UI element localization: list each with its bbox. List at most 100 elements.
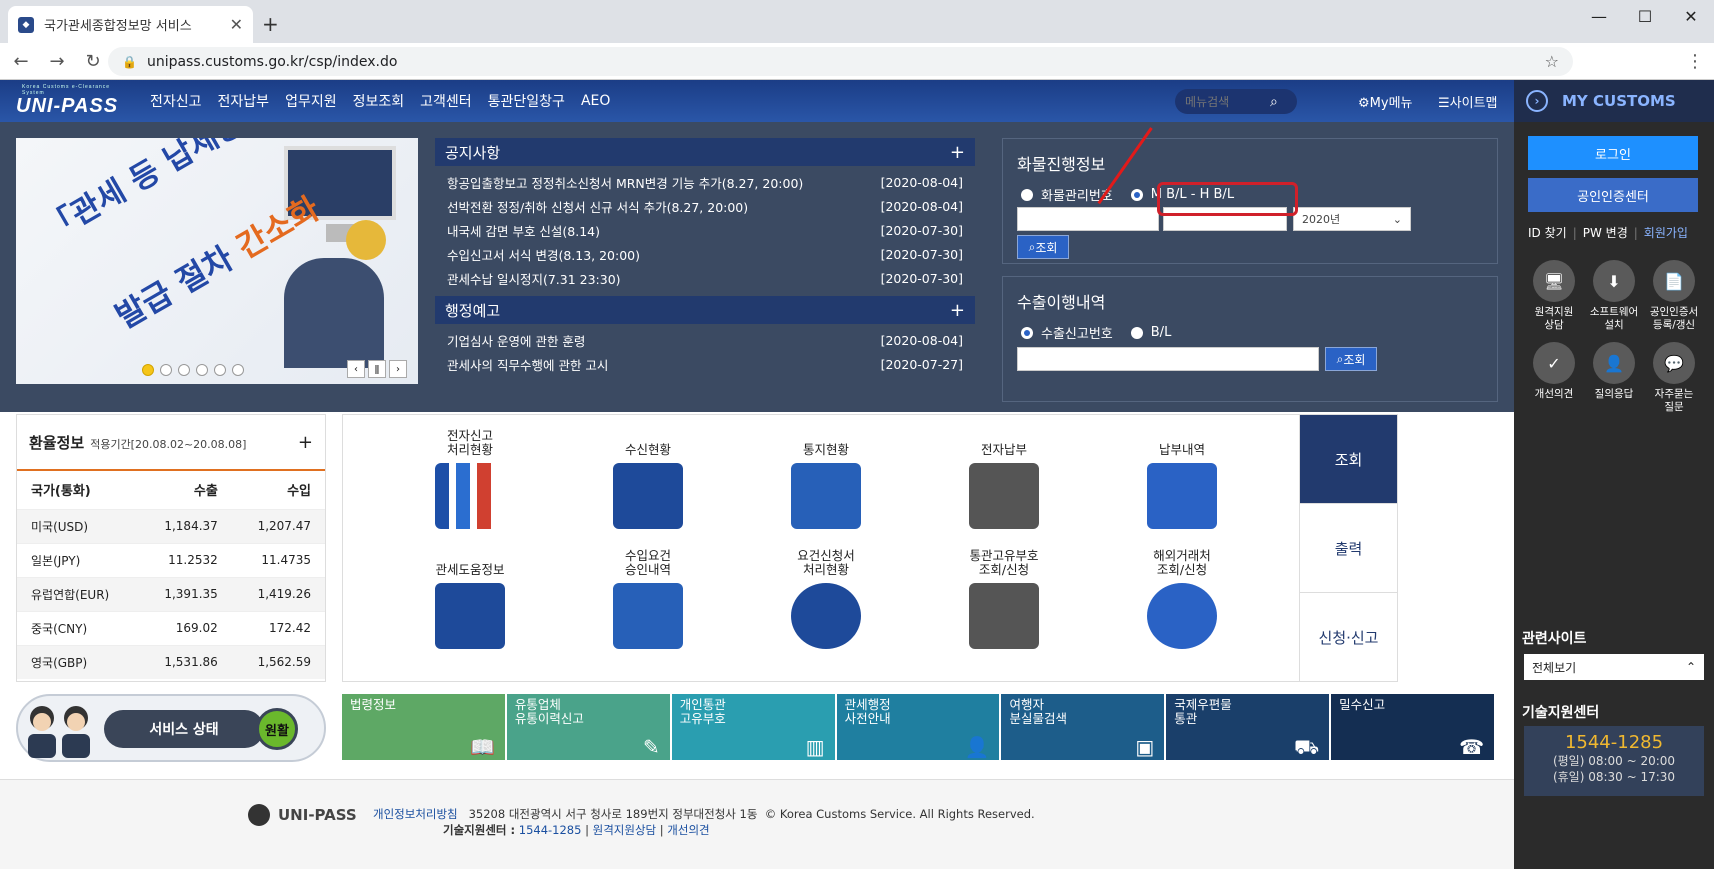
link-lost-property[interactable]: 여행자 분실물검색 ▣ <box>1001 694 1165 760</box>
admin-notice-text[interactable]: 기업심사 운영에 관한 훈령 <box>447 331 585 350</box>
svc-receive-status[interactable]: 수신현황 <box>583 423 713 529</box>
notice-more-icon[interactable]: + <box>950 142 965 163</box>
link-legal-info[interactable]: 법령정보 📖 <box>342 694 505 760</box>
gnb-item-customer-center[interactable]: 고객센터 <box>420 91 472 111</box>
related-sites-select[interactable]: 전체보기 ⌃ <box>1524 654 1704 680</box>
link-intl-mail[interactable]: 국제우편물 통관 ⛟ <box>1166 694 1330 760</box>
new-tab-button[interactable]: + <box>262 12 279 36</box>
banner-dot[interactable] <box>214 364 226 376</box>
notice-text[interactable]: 관세수납 일시정지(7.31 23:30) <box>447 269 621 288</box>
software-install-item[interactable]: ⬇ 소프트웨어 설치 <box>1584 260 1644 332</box>
export-radio-decl-no[interactable] <box>1021 326 1033 339</box>
cert-center-button[interactable]: 공인인증센터 <box>1528 178 1698 212</box>
back-icon[interactable]: ← <box>6 51 36 72</box>
link-admin-guidance[interactable]: 관세행정 사전안내 👤 <box>836 694 1000 760</box>
svc-customs-code[interactable]: 통관고유부호 조회/신청 <box>939 543 1069 649</box>
browser-menu-icon[interactable]: ⋮ <box>1686 51 1704 72</box>
export-no-input[interactable] <box>1017 347 1319 371</box>
gnb-item-e-payment[interactable]: 전자납부 <box>218 91 270 111</box>
bookmark-star-icon[interactable]: ☆ <box>1545 52 1559 71</box>
id-find-link[interactable]: ID 찾기 <box>1528 226 1567 240</box>
tab-application[interactable]: 신청·신고 <box>1299 593 1397 682</box>
rate-more-icon[interactable]: + <box>298 432 313 453</box>
notice-item[interactable]: 관세수납 일시정지(7.31 23:30) [2020-07-30] <box>435 266 975 290</box>
prev-icon[interactable]: ‹ <box>347 360 365 378</box>
faq-item[interactable]: 💬 자주묻는 질문 <box>1644 342 1704 414</box>
join-link[interactable]: 회원가입 <box>1644 226 1688 240</box>
notice-item[interactable]: 항공입출항보고 정정취소신청서 MRN변경 기능 추가(8.27, 20:00)… <box>435 170 975 194</box>
banner-dot[interactable] <box>178 364 190 376</box>
cargo-radio-mgmt-no[interactable] <box>1021 188 1033 201</box>
close-tab-icon[interactable]: ✕ <box>230 15 243 34</box>
login-button[interactable]: 로그인 <box>1528 136 1698 170</box>
notice-text[interactable]: 내국세 감면 부호 신설(8.14) <box>447 221 600 240</box>
svc-customs-help[interactable]: 관세도움정보 <box>405 543 535 649</box>
forward-icon[interactable]: → <box>42 51 72 72</box>
svc-requirement-application[interactable]: 요건신청서 처리현황 <box>761 543 891 649</box>
close-window-button[interactable]: ✕ <box>1668 0 1714 32</box>
admin-notice-item[interactable]: 기업심사 운영에 관한 훈령 [2020-08-04] <box>435 328 975 352</box>
export-search-button[interactable]: ⌕ 조회 <box>1325 347 1377 371</box>
maximize-button[interactable]: ☐ <box>1622 0 1668 32</box>
notice-item[interactable]: 수입신고서 서식 변경(8.13, 20:00) [2020-07-30] <box>435 242 975 266</box>
lock-icon[interactable]: 🔒 <box>122 55 137 69</box>
svc-import-requirement[interactable]: 수입요건 승인내역 <box>583 543 713 649</box>
tab-print[interactable]: 출력 <box>1299 504 1397 593</box>
svc-notice-status[interactable]: 통지현황 <box>761 423 891 529</box>
svc-payment-history[interactable]: 납부내역 <box>1117 423 1247 529</box>
link-distribution-report[interactable]: 유통업체 유통이력신고 ✎ <box>506 694 670 760</box>
banner-dot[interactable] <box>232 364 244 376</box>
url-text[interactable]: unipass.customs.go.kr/csp/index.do <box>147 54 1545 70</box>
privacy-link[interactable]: 개인정보처리방침 <box>373 807 458 821</box>
menu-search-input[interactable] <box>1185 94 1270 109</box>
gnb-item-inquiry[interactable]: 정보조회 <box>353 91 405 111</box>
svc-e-payment[interactable]: 전자납부 <box>939 423 1069 529</box>
link-personal-customs-code[interactable]: 개인통관 고유부호 ▥ <box>671 694 835 760</box>
year-select[interactable]: 2020년 ⌄ <box>1293 207 1411 231</box>
next-icon[interactable]: › <box>389 360 407 378</box>
banner-dot[interactable] <box>196 364 208 376</box>
mbl-input[interactable] <box>1017 207 1159 231</box>
gnb-item-support[interactable]: 업무지원 <box>285 91 337 111</box>
notice-item[interactable]: 선박전환 정정/취하 신청서 신규 서식 추가(8.27, 20:00) [202… <box>435 194 975 218</box>
gnb-item-single-window[interactable]: 통관단일창구 <box>488 91 565 111</box>
admin-notice-more-icon[interactable]: + <box>950 300 965 321</box>
address-bar[interactable]: 🔒 unipass.customs.go.kr/csp/index.do ☆ <box>108 47 1573 76</box>
footer-feedback-link[interactable]: 개선의견 <box>667 823 709 837</box>
qna-item[interactable]: 👤 질의응답 <box>1584 342 1644 414</box>
footer-remote-link[interactable]: 원격지원상담 <box>593 823 656 837</box>
cargo-radio-bl[interactable] <box>1130 188 1143 201</box>
admin-notice-text[interactable]: 관세사의 직무수행에 관한 고시 <box>447 355 608 374</box>
cert-register-item[interactable]: 📄 공인인증서 등록/갱신 <box>1644 260 1704 332</box>
my-menu-button[interactable]: ⚙My메뉴 <box>1358 92 1413 111</box>
notice-item[interactable]: 내국세 감면 부호 신설(8.14) [2020-07-30] <box>435 218 975 242</box>
minimize-button[interactable]: — <box>1576 0 1622 32</box>
footer-tech-phone[interactable]: 1544-1285 <box>519 823 582 837</box>
remote-support-item[interactable]: 🖥 원격지원 상담 <box>1524 260 1584 332</box>
link-smuggling-report[interactable]: 밀수신고 ☎ <box>1331 694 1495 760</box>
feedback-item[interactable]: ✓ 개선의견 <box>1524 342 1584 414</box>
pw-change-link[interactable]: PW 변경 <box>1583 226 1628 240</box>
banner-dot[interactable] <box>160 364 172 376</box>
sitemap-button[interactable]: ☰사이트맵 <box>1438 92 1498 111</box>
notice-text[interactable]: 선박전환 정정/취하 신청서 신규 서식 추가(8.27, 20:00) <box>447 197 748 216</box>
svc-e-declaration-status[interactable]: 전자신고 처리현황 <box>405 423 535 529</box>
cargo-search-button[interactable]: ⌕ 조회 <box>1017 235 1069 259</box>
search-icon[interactable]: ⌕ <box>1270 94 1278 110</box>
svc-overseas-partner[interactable]: 해외거래처 조회/신청 <box>1117 543 1247 649</box>
export-radio-bl[interactable] <box>1130 326 1143 339</box>
tab-inquiry[interactable]: 조회 <box>1299 415 1397 504</box>
notice-text[interactable]: 항공입출항보고 정정취소신청서 MRN변경 기능 추가(8.27, 20:00) <box>447 173 803 192</box>
admin-notice-item[interactable]: 관세사의 직무수행에 관한 고시 [2020-07-27] <box>435 352 975 376</box>
browser-tab[interactable]: ◆ 국가관세종합정보망 서비스 ✕ <box>8 6 253 43</box>
pause-icon[interactable]: ǁ <box>368 360 386 378</box>
quick-services: 전자신고 처리현황 수신현황 통지현황 전자납부 납부내역 관세도움정보 수입요… <box>342 414 1398 682</box>
notice-text[interactable]: 수입신고서 서식 변경(8.13, 20:00) <box>447 245 640 264</box>
unipass-logo[interactable]: Korea Customs e-Clearance System UNI-PAS… <box>16 84 121 118</box>
gnb-item-aeo[interactable]: AEO <box>581 93 610 109</box>
promo-banner[interactable]: 「관세 등 납세증명서」 발급 절차 간소화 ‹ ǁ › <box>16 138 418 384</box>
gnb-item-e-declaration[interactable]: 전자신고 <box>150 91 202 111</box>
my-customs-header[interactable]: › MY CUSTOMS <box>1514 80 1714 122</box>
reload-icon[interactable]: ↻ <box>78 51 108 72</box>
banner-dot[interactable] <box>142 364 154 376</box>
